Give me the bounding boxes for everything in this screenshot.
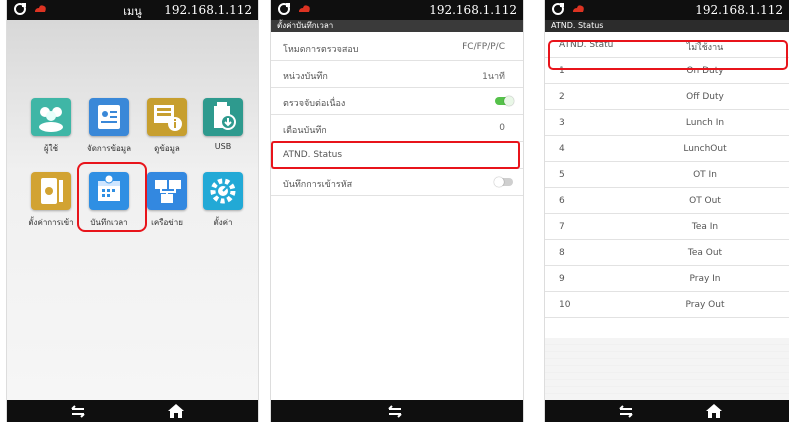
attendance-settings-screen: 192.168.1.112 ตั้งค่าบันทึกเวลา โหมดการต… — [271, 0, 523, 422]
status-number: 4 — [559, 144, 565, 154]
status-number: 6 — [559, 196, 565, 206]
status-title: เมนู — [123, 5, 142, 18]
users-icon — [31, 98, 71, 136]
status-row[interactable]: 6 OT Out — [545, 188, 789, 214]
home-icon[interactable] — [705, 403, 723, 419]
network-icon — [147, 172, 187, 210]
app-access-settings[interactable]: ตั้งค่าการเข้า — [23, 172, 79, 229]
setting-label: ตรวจจับต่อเนื่อง — [283, 99, 346, 109]
usb-download-icon — [203, 98, 243, 136]
status-row[interactable]: 8 Tea Out — [545, 240, 789, 266]
status-number: 8 — [559, 248, 565, 258]
status-row[interactable]: 4 LunchOut — [545, 136, 789, 162]
ip-address: 192.168.1.112 — [164, 3, 252, 17]
status-value: Lunch In — [685, 118, 725, 128]
status-value: OT Out — [689, 196, 721, 206]
status-value: OT In — [693, 170, 717, 180]
setting-row-continuous-detect[interactable]: ตรวจจับต่อเนื่อง — [271, 88, 523, 115]
app-label: ตั้งค่า — [213, 218, 233, 227]
status-row[interactable]: 5 OT In — [545, 162, 789, 188]
app-view-data[interactable]: ดูข้อมูล — [139, 98, 195, 155]
app-label: เครือข่าย — [151, 218, 183, 227]
sync-icon — [278, 3, 290, 15]
status-number: 7 — [559, 222, 565, 232]
status-value: Pray In — [689, 274, 721, 284]
menu-screen: เมนู 192.168.1.112 ผู้ใช้ จัดการข้อมูล ด… — [7, 0, 258, 422]
setting-row-verify-mode[interactable]: โหมดการตรวจสอบ FC/FP/P/C — [271, 34, 523, 61]
highlight-attendance — [77, 162, 147, 232]
setting-row-record-alert[interactable]: เตือนบันทึก 0 — [271, 115, 523, 142]
app-network[interactable]: เครือข่าย — [139, 172, 195, 229]
status-row[interactable]: 3 Lunch In — [545, 110, 789, 136]
continuous-detect-toggle[interactable] — [495, 96, 514, 106]
cloud-icon — [573, 5, 584, 12]
app-label: ผู้ใช้ — [43, 144, 59, 153]
app-usb[interactable]: USB — [195, 98, 251, 151]
app-label: ตั้งค่าการเข้า — [28, 218, 74, 227]
ip-address: 192.168.1.112 — [429, 3, 517, 17]
sync-icon — [552, 3, 564, 15]
nav-bar — [271, 400, 523, 422]
status-value: Tea Out — [687, 248, 723, 258]
status-value: Tea In — [691, 222, 719, 232]
setting-value: 1นาที — [482, 72, 505, 82]
back-icon[interactable] — [69, 403, 87, 419]
status-number: 2 — [559, 92, 565, 102]
info-panel-icon — [147, 98, 187, 136]
app-label: ดูข้อมูล — [154, 144, 180, 153]
back-icon[interactable] — [386, 403, 404, 419]
access-settings-icon — [31, 172, 71, 210]
settings-list: โหมดการตรวจสอบ FC/FP/P/C หน่วงบันทึก 1นา… — [271, 34, 523, 196]
status-bar: เมนู 192.168.1.112 — [7, 0, 258, 20]
setting-label: โหมดการตรวจสอบ — [283, 45, 359, 55]
menu-area: ผู้ใช้ จัดการข้อมูล ดูข้อมูล USB ตั้งค่า… — [7, 20, 258, 400]
setting-row-record-delay[interactable]: หน่วงบันทึก 1นาที — [271, 61, 523, 88]
status-bar: 192.168.1.112 — [271, 0, 523, 20]
status-value: Pray Out — [685, 300, 725, 310]
app-users[interactable]: ผู้ใช้ — [23, 98, 79, 155]
setting-label: บันทึกการเข้ารหัส — [283, 180, 353, 190]
app-settings[interactable]: ตั้งค่า — [195, 172, 251, 229]
app-label: จัดการข้อมูล — [87, 144, 131, 153]
setting-label: หน่วงบันทึก — [283, 72, 328, 82]
id-card-icon — [89, 98, 129, 136]
status-number: 10 — [559, 300, 571, 310]
nav-bar — [7, 400, 258, 422]
settings-gear-icon — [203, 172, 243, 210]
highlight-atnd-status — [271, 141, 520, 169]
setting-label: เตือนบันทึก — [283, 126, 327, 136]
app-data-management[interactable]: จัดการข้อมูล — [81, 98, 137, 155]
status-row[interactable]: 9 Pray In — [545, 266, 789, 292]
status-value: LunchOut — [683, 144, 727, 154]
nav-bar — [545, 400, 789, 422]
cloud-icon — [35, 5, 46, 12]
app-label: USB — [214, 142, 232, 151]
status-row[interactable]: 2 Off Duty — [545, 84, 789, 110]
empty-area — [545, 338, 789, 400]
status-number: 5 — [559, 170, 565, 180]
status-row[interactable]: 10 Pray Out — [545, 292, 789, 318]
ip-address: 192.168.1.112 — [695, 3, 783, 17]
status-row[interactable]: 7 Tea In — [545, 214, 789, 240]
page-title: ตั้งค่าบันทึกเวลา — [271, 20, 523, 32]
status-number: 9 — [559, 274, 565, 284]
page-title: ATND. Status — [545, 20, 789, 32]
highlight-atnd-enable — [548, 40, 788, 70]
status-number: 3 — [559, 118, 565, 128]
atnd-status-screen: 192.168.1.112 ATND. Status ATND. Statu ไ… — [545, 0, 789, 422]
encrypted-record-toggle[interactable] — [494, 177, 513, 187]
status-value: Off Duty — [686, 92, 724, 102]
status-bar: 192.168.1.112 — [545, 0, 789, 20]
sync-icon — [14, 3, 26, 15]
status-list: ATND. Statu ไม่ใช้งาน 1 On Duty 2 Off Du… — [545, 32, 789, 318]
back-icon[interactable] — [617, 403, 635, 419]
home-icon[interactable] — [167, 403, 185, 419]
setting-value: FC/FP/P/C — [462, 42, 505, 52]
setting-row-encrypted-record[interactable]: บันทึกการเข้ารหัส — [271, 169, 523, 196]
setting-value: 0 — [499, 123, 505, 133]
cloud-icon — [299, 5, 310, 12]
